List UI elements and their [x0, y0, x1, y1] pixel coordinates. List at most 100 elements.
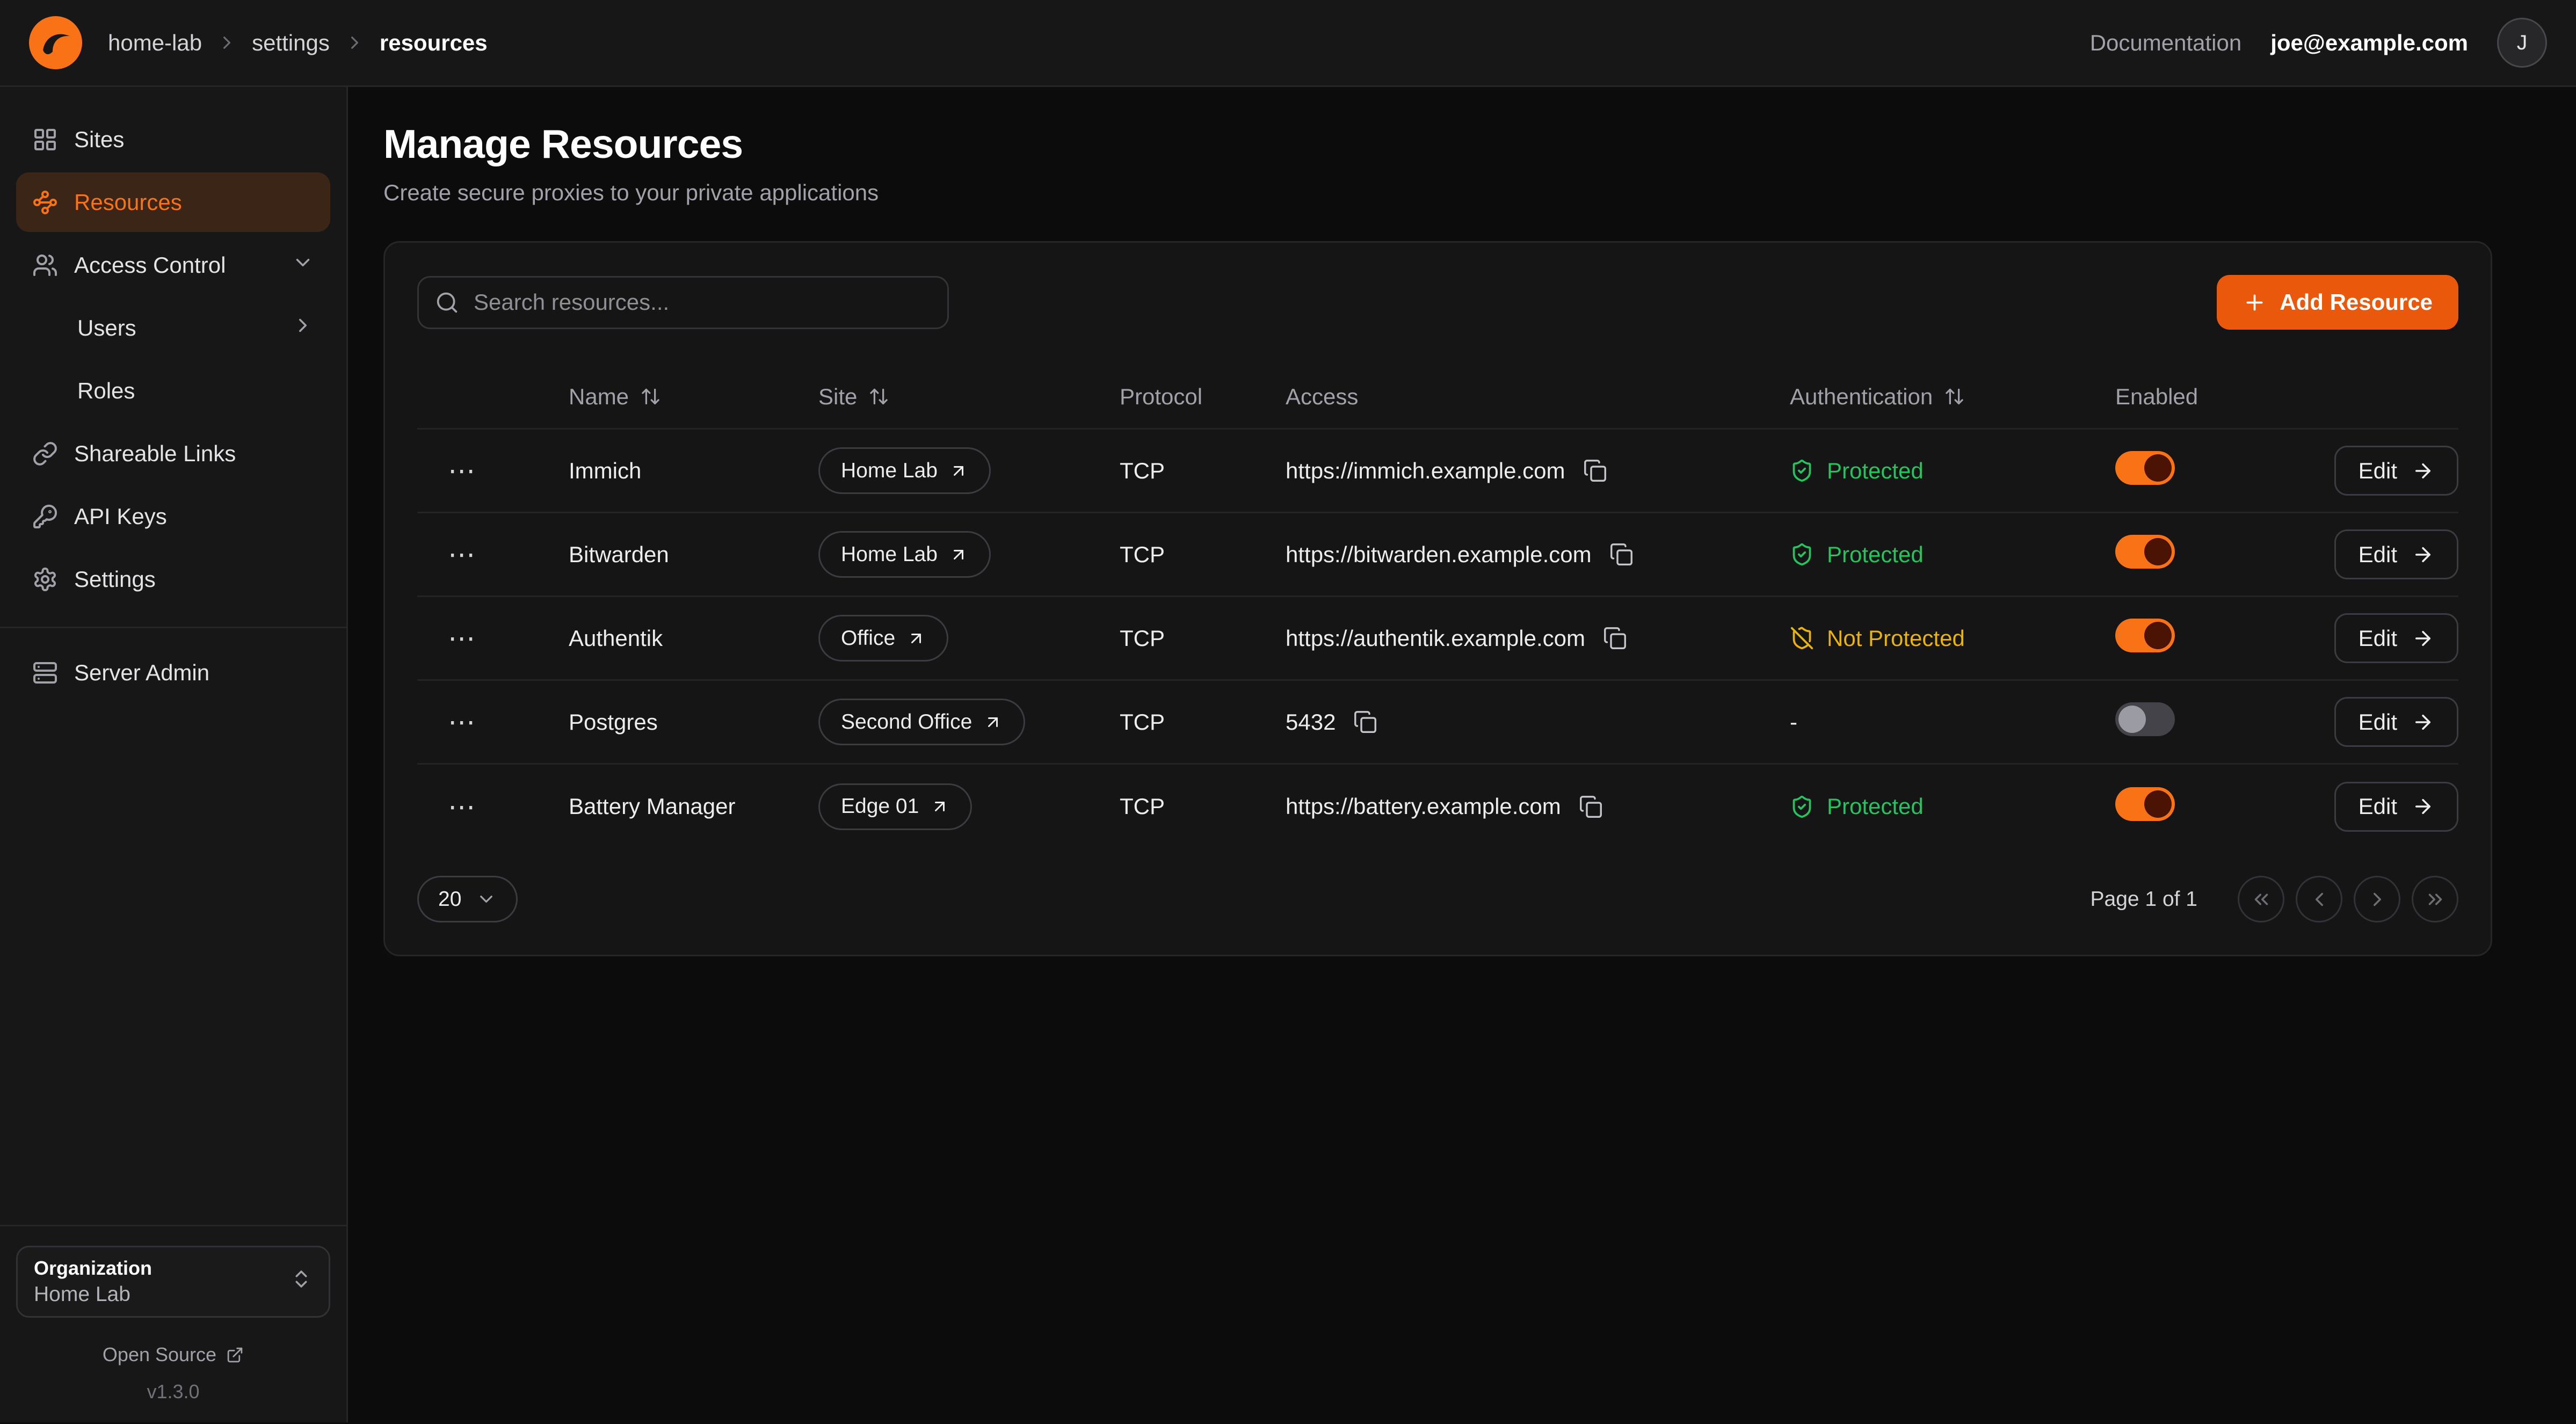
- enabled-toggle[interactable]: [2115, 702, 2175, 736]
- resource-access: https://immich.example.com: [1286, 458, 1565, 484]
- resource-name: Authentik: [569, 626, 818, 651]
- chevron-down-icon: [292, 251, 314, 279]
- organization-selector[interactable]: Organization Home Lab: [16, 1246, 330, 1318]
- column-label: Name: [569, 384, 629, 410]
- sidebar-item-label: Server Admin: [74, 660, 209, 686]
- avatar-initial: J: [2517, 31, 2528, 55]
- row-menu-button[interactable]: ⋯: [417, 624, 569, 652]
- sidebar-item-sites[interactable]: Sites: [16, 110, 330, 169]
- resource-name: Battery Manager: [569, 794, 818, 819]
- breadcrumb-resources: resources: [380, 30, 488, 56]
- column-header-name[interactable]: Name: [569, 384, 818, 410]
- copy-icon[interactable]: [1353, 710, 1377, 734]
- toggle-knob: [2144, 538, 2172, 565]
- resource-name: Postgres: [569, 709, 818, 735]
- arrow-up-right-icon: [906, 629, 926, 648]
- copy-icon[interactable]: [1583, 459, 1607, 483]
- site-name: Edge 01: [841, 795, 919, 818]
- column-header-authentication[interactable]: Authentication: [1790, 384, 2115, 410]
- site-name: Home Lab: [841, 543, 938, 566]
- last-page-button[interactable]: [2412, 876, 2458, 922]
- column-header-site[interactable]: Site: [818, 384, 1120, 410]
- copy-icon[interactable]: [1579, 795, 1603, 819]
- site-link[interactable]: Home Lab: [818, 447, 991, 494]
- sidebar-bottom: Organization Home Lab Open Source v1.3.0: [16, 1210, 330, 1403]
- column-label: Enabled: [2115, 384, 2198, 410]
- auth-status: -: [1790, 709, 2115, 735]
- table-row: ⋯ Immich Home Lab TCP https://immich.exa…: [417, 430, 2458, 513]
- copy-icon[interactable]: [1609, 542, 1634, 566]
- open-source-link[interactable]: Open Source: [16, 1343, 330, 1366]
- edit-button[interactable]: Edit: [2334, 529, 2458, 579]
- shield-check-icon: [1790, 459, 1814, 483]
- organization-label: Organization: [34, 1257, 152, 1280]
- sidebar-item-api-keys[interactable]: API Keys: [16, 486, 330, 546]
- auth-label: Protected: [1827, 794, 1924, 819]
- toggle-knob: [2144, 454, 2172, 482]
- first-page-button[interactable]: [2238, 876, 2284, 922]
- search-input[interactable]: [417, 276, 949, 329]
- user-email[interactable]: joe@example.com: [2270, 30, 2468, 56]
- toggle-knob: [2144, 790, 2172, 818]
- sidebar-item-label: Settings: [74, 566, 156, 592]
- site-link[interactable]: Edge 01: [818, 783, 972, 830]
- breadcrumb-settings[interactable]: settings: [252, 30, 330, 56]
- sidebar-item-label: Access Control: [74, 252, 226, 278]
- breadcrumb-home-lab[interactable]: home-lab: [108, 30, 202, 56]
- chevron-left-icon: [2308, 888, 2331, 911]
- enabled-toggle[interactable]: [2115, 535, 2175, 569]
- arrow-up-right-icon: [949, 461, 968, 481]
- auth-label: Not Protected: [1827, 626, 1965, 651]
- search-icon: [435, 290, 459, 315]
- next-page-button[interactable]: [2354, 876, 2400, 922]
- sidebar-item-users[interactable]: Users: [16, 298, 330, 358]
- prev-page-button[interactable]: [2296, 876, 2342, 922]
- chevron-right-icon: [2366, 888, 2389, 911]
- page-size-select[interactable]: 20: [417, 876, 518, 922]
- toolbar: Add Resource: [417, 275, 2458, 330]
- row-menu-button[interactable]: ⋯: [417, 541, 569, 568]
- site-link[interactable]: Home Lab: [818, 531, 991, 578]
- page-indicator: Page 1 of 1: [2091, 888, 2198, 911]
- resource-name: Bitwarden: [569, 542, 818, 568]
- edit-button[interactable]: Edit: [2334, 697, 2458, 747]
- column-header-access: Access: [1286, 384, 1790, 410]
- site-name: Home Lab: [841, 459, 938, 483]
- documentation-link[interactable]: Documentation: [2090, 30, 2242, 56]
- resource-name: Immich: [569, 458, 818, 484]
- chevron-right-icon: [216, 32, 237, 53]
- row-menu-button[interactable]: ⋯: [417, 708, 569, 736]
- edit-button[interactable]: Edit: [2334, 613, 2458, 663]
- chevrons-left-icon: [2250, 888, 2273, 911]
- server-icon: [32, 660, 58, 686]
- app-logo-icon[interactable]: [29, 16, 82, 69]
- sidebar-item-access-control[interactable]: Access Control: [16, 235, 330, 295]
- sort-icon: [640, 386, 661, 407]
- row-menu-button[interactable]: ⋯: [417, 793, 569, 820]
- edit-label: Edit: [2359, 626, 2397, 651]
- shield-check-icon: [1790, 795, 1814, 819]
- enabled-toggle[interactable]: [2115, 619, 2175, 652]
- sidebar-item-server-admin[interactable]: Server Admin: [16, 643, 330, 702]
- resources-table: Name Site Protocol Access Authentication…: [417, 365, 2458, 848]
- sidebar-item-shareable-links[interactable]: Shareable Links: [16, 424, 330, 483]
- sidebar-item-roles[interactable]: Roles: [16, 361, 330, 420]
- avatar[interactable]: J: [2497, 18, 2547, 68]
- edit-button[interactable]: Edit: [2334, 782, 2458, 832]
- row-menu-button[interactable]: ⋯: [417, 457, 569, 484]
- edit-label: Edit: [2359, 794, 2397, 819]
- resource-protocol: TCP: [1120, 542, 1286, 568]
- enabled-toggle[interactable]: [2115, 451, 2175, 485]
- edit-button[interactable]: Edit: [2334, 446, 2458, 496]
- add-resource-button[interactable]: Add Resource: [2217, 275, 2458, 330]
- sidebar-item-resources[interactable]: Resources: [16, 172, 330, 232]
- sidebar-item-settings[interactable]: Settings: [16, 549, 330, 609]
- site-name: Second Office: [841, 710, 972, 734]
- site-link[interactable]: Office: [818, 615, 948, 662]
- enabled-toggle[interactable]: [2115, 787, 2175, 821]
- copy-icon[interactable]: [1603, 626, 1627, 650]
- chevrons-up-down-icon: [290, 1267, 313, 1297]
- sidebar-item-label: API Keys: [74, 504, 167, 529]
- column-label: Authentication: [1790, 384, 1933, 410]
- site-link[interactable]: Second Office: [818, 699, 1025, 745]
